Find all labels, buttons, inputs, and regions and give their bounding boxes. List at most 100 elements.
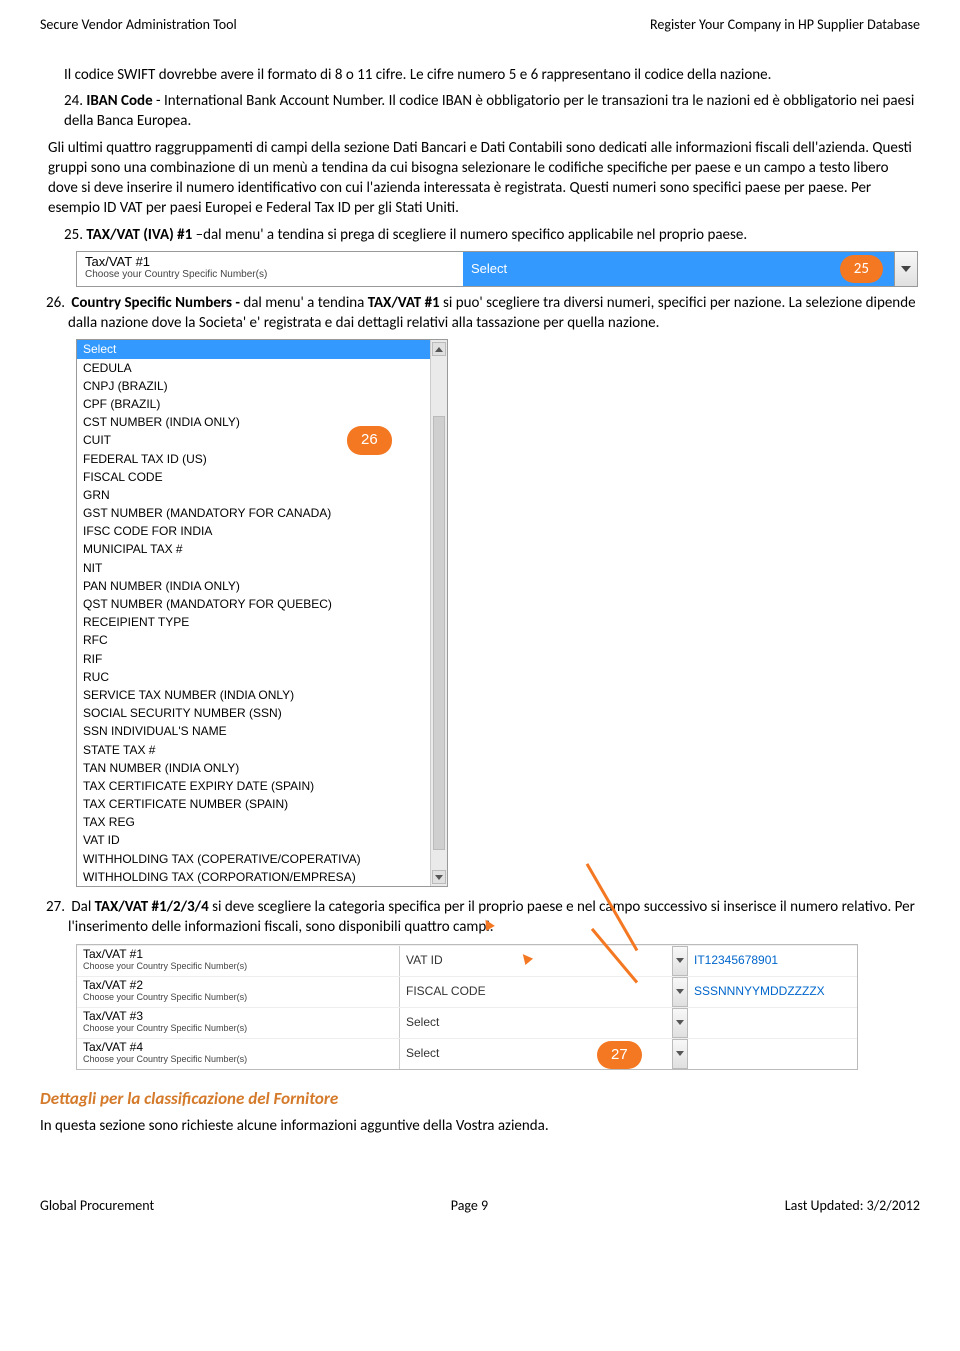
taxvat-row-title: Tax/VAT #1 — [83, 947, 393, 961]
item-27-pre: Dal — [71, 898, 94, 916]
chevron-down-icon — [676, 989, 684, 994]
dropdown-option[interactable]: CNPJ (BRAZIL) — [77, 377, 430, 395]
taxvat-row-title: Tax/VAT #3 — [83, 1009, 393, 1023]
taxvat-row-value[interactable] — [688, 1008, 857, 1038]
page-header: Secure Vendor Administration Tool Regist… — [40, 16, 920, 35]
dropdown-option[interactable]: WITHHOLDING TAX (COPERATIVE/COPERATIVA) — [77, 850, 430, 868]
dropdown-option[interactable]: NIT — [77, 559, 430, 577]
dropdown-option[interactable]: SERVICE TAX NUMBER (INDIA ONLY) — [77, 686, 430, 704]
dropdown-option[interactable]: RECEIPIENT TYPE — [77, 613, 430, 631]
taxvat-row-select[interactable]: FISCAL CODE — [399, 977, 672, 1007]
callout-badge-27: 27 — [597, 1041, 642, 1069]
taxvat-row-select-arrow[interactable] — [672, 1039, 688, 1069]
taxvat1-dropdown-arrow[interactable] — [894, 252, 917, 286]
taxvat-table: 27 Tax/VAT #1Choose your Country Specifi… — [76, 944, 858, 1070]
callout-badge-25: 25 — [840, 255, 883, 283]
item-24-num: 24. — [64, 92, 83, 110]
taxvat-row: Tax/VAT #4Choose your Country Specific N… — [77, 1038, 857, 1069]
dropdown-option[interactable]: RFC — [77, 631, 430, 649]
item-24: 24. IBAN Code - International Bank Accou… — [64, 91, 920, 132]
dropdown-option[interactable]: RUC — [77, 668, 430, 686]
dropdown-option[interactable]: VAT ID — [77, 831, 430, 849]
dropdown-option[interactable]: SSN INDIVIDUAL'S NAME — [77, 722, 430, 740]
callout-badge-26: 26 — [347, 426, 392, 454]
dropdown-option[interactable]: TAX CERTIFICATE EXPIRY DATE (SPAIN) — [77, 777, 430, 795]
scroll-down-button[interactable] — [432, 870, 446, 884]
taxvat-value-link[interactable]: SSSNNNYYMDDZZZZX — [694, 984, 825, 998]
footer-right: Last Updated: 3/2/2012 — [785, 1197, 920, 1216]
taxvat-row-label: Tax/VAT #3Choose your Country Specific N… — [77, 1008, 399, 1038]
header-right: Register Your Company in HP Supplier Dat… — [650, 16, 920, 35]
taxvat-row-subtitle: Choose your Country Specific Number(s) — [83, 992, 393, 1003]
footer-center: Page 9 — [451, 1197, 488, 1216]
header-left: Secure Vendor Administration Tool — [40, 16, 237, 35]
swift-note: Il codice SWIFT dovrebbe avere il format… — [64, 65, 920, 85]
item-26-num: 26. — [46, 293, 68, 313]
dropdown-option[interactable]: Select — [77, 340, 430, 358]
item-25-bold: TAX/VAT (IVA) #1 — [86, 226, 192, 244]
item-27: 27. Dal TAX/VAT #1/2/3/4 si deve sceglie… — [68, 897, 920, 938]
dropdown-option[interactable]: FISCAL CODE — [77, 468, 430, 486]
section-title-fornitore: Dettagli per la classificazione del Forn… — [40, 1088, 920, 1111]
taxvat1-label-sub: Choose your Country Specific Number(s) — [85, 269, 455, 281]
item-27-bold: TAX/VAT #1/2/3/4 — [95, 898, 209, 916]
dropdown-option[interactable]: QST NUMBER (MANDATORY FOR QUEBEC) — [77, 595, 430, 613]
taxvat-row-title: Tax/VAT #2 — [83, 978, 393, 992]
dropdown-option[interactable]: STATE TAX # — [77, 741, 430, 759]
dropdown-option[interactable]: PAN NUMBER (INDIA ONLY) — [77, 577, 430, 595]
taxvat-row-subtitle: Choose your Country Specific Number(s) — [83, 1023, 393, 1034]
taxvat-row-value[interactable]: IT12345678901 — [688, 946, 857, 976]
item-26-mid: dal menu' a tendina — [240, 294, 368, 312]
taxvat-row-select[interactable]: Select — [399, 1008, 672, 1038]
dropdown-option[interactable]: RIF — [77, 650, 430, 668]
dropdown-option[interactable]: TAN NUMBER (INDIA ONLY) — [77, 759, 430, 777]
dropdown-option[interactable]: CEDULA — [77, 359, 430, 377]
item-25: 25. TAX/VAT (IVA) #1 –dal menu' a tendin… — [64, 225, 920, 245]
taxvat-row-label: Tax/VAT #1Choose your Country Specific N… — [77, 946, 399, 976]
taxvat-row: Tax/VAT #1Choose your Country Specific N… — [77, 945, 857, 976]
dropdown-option[interactable]: WITHHOLDING TAX (CORPORATION/EMPRESA) — [77, 868, 430, 886]
taxvat-row-subtitle: Choose your Country Specific Number(s) — [83, 1054, 393, 1065]
item-25-num: 25. — [64, 226, 83, 244]
dropdown-option[interactable]: TAX REG — [77, 813, 430, 831]
taxvat-row-subtitle: Choose your Country Specific Number(s) — [83, 961, 393, 972]
dropdown-scrollbar[interactable] — [430, 340, 447, 886]
dropdown-option[interactable]: MUNICIPAL TAX # — [77, 540, 430, 558]
footer-left: Global Procurement — [40, 1197, 154, 1216]
fiscal-paragraph: Gli ultimi quattro raggruppamenti di cam… — [48, 138, 920, 219]
item-26-bold1: Country Specific Numbers - — [71, 294, 240, 312]
country-numbers-listbox[interactable]: SelectCEDULACNPJ (BRAZIL)CPF (BRAZIL)CST… — [77, 340, 430, 886]
taxvat-row-select-arrow[interactable] — [672, 1008, 688, 1038]
taxvat-row-select-arrow[interactable] — [672, 946, 688, 976]
taxvat-row-value[interactable] — [688, 1039, 857, 1069]
dropdown-option[interactable]: TAX CERTIFICATE NUMBER (SPAIN) — [77, 795, 430, 813]
taxvat-row-select[interactable]: VAT ID — [399, 946, 672, 976]
taxvat-row-select-arrow[interactable] — [672, 977, 688, 1007]
dropdown-option[interactable]: CPF (BRAZIL) — [77, 395, 430, 413]
chevron-down-icon — [676, 1020, 684, 1025]
dropdown-option[interactable]: GST NUMBER (MANDATORY FOR CANADA) — [77, 504, 430, 522]
item-27-num: 27. — [46, 897, 68, 917]
taxvat-value-link[interactable]: IT12345678901 — [694, 953, 778, 967]
chevron-down-icon — [676, 1051, 684, 1056]
dropdown-option[interactable]: SOCIAL SECURITY NUMBER (SSN) — [77, 704, 430, 722]
dropdown-option[interactable]: IFSC CODE FOR INDIA — [77, 522, 430, 540]
chevron-down-icon — [435, 875, 443, 880]
scroll-thumb[interactable] — [433, 416, 445, 850]
taxvat1-select[interactable]: Tax/VAT #1 Choose your Country Specific … — [76, 251, 918, 287]
item-24-rest: - International Bank Account Number. Il … — [64, 92, 914, 130]
taxvat1-value: Select — [463, 252, 894, 286]
chevron-up-icon — [435, 347, 443, 352]
section-text-fornitore: In questa sezione sono richieste alcune … — [40, 1116, 920, 1136]
country-numbers-dropdown[interactable]: SelectCEDULACNPJ (BRAZIL)CPF (BRAZIL)CST… — [76, 339, 448, 887]
taxvat-row-label: Tax/VAT #4Choose your Country Specific N… — [77, 1039, 399, 1069]
chevron-down-icon — [676, 958, 684, 963]
page-footer: Global Procurement Page 9 Last Updated: … — [40, 1197, 920, 1216]
dropdown-option[interactable]: GRN — [77, 486, 430, 504]
chevron-down-icon — [901, 266, 911, 272]
item-25-rest: –dal menu' a tendina si prega di sceglie… — [192, 226, 747, 244]
taxvat-row-value[interactable]: SSSNNNYYMDDZZZZX — [688, 977, 857, 1007]
item-26-bold2: TAX/VAT #1 — [368, 294, 440, 312]
scroll-up-button[interactable] — [432, 342, 446, 356]
item-26: 26. Country Specific Numbers - dal menu'… — [68, 293, 920, 334]
